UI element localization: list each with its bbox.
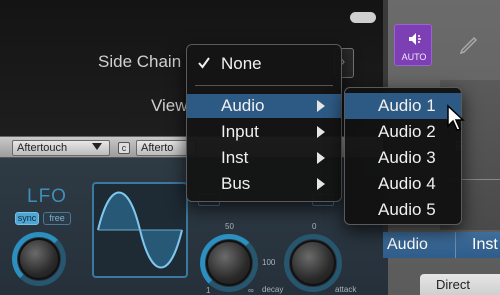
- tab-inst[interactable]: Inst: [455, 232, 500, 258]
- menu-item-none[interactable]: None: [187, 52, 341, 76]
- submenu-item-label: Audio 1: [378, 96, 436, 115]
- submenu-item-audio-1[interactable]: Audio 1: [345, 93, 461, 119]
- menu-item-audio[interactable]: Audio: [187, 94, 341, 118]
- tab-audio[interactable]: Audio: [383, 232, 455, 258]
- mod-source-value-2: Afterto: [141, 142, 174, 154]
- submenu-item-label: Audio 5: [378, 200, 436, 219]
- submenu-item-label: Audio 3: [378, 148, 436, 167]
- sine-wave-icon: [97, 191, 183, 269]
- menu-item-label: None: [221, 54, 262, 73]
- menu-item-label: Bus: [221, 174, 251, 193]
- chevron-right-icon: [317, 126, 325, 138]
- mod-toggle[interactable]: c: [118, 142, 130, 154]
- menu-separator: [195, 85, 333, 86]
- knob-value-0: 0: [312, 222, 317, 231]
- menu-item-label: Audio: [221, 96, 265, 115]
- knob-inf-label: ∞: [248, 286, 254, 295]
- mod-source-value: Aftertouch: [17, 142, 68, 154]
- menu-item-label: Inst: [221, 148, 249, 167]
- auto-button[interactable]: AUTO: [394, 24, 432, 66]
- submenu-item-label: Audio 4: [378, 174, 436, 193]
- submenu-item-audio-3[interactable]: Audio 3: [345, 145, 461, 171]
- menu-item-label: Input: [221, 122, 259, 141]
- dropdown-arrow-icon[interactable]: [92, 143, 102, 150]
- lfo-title: LFO: [27, 186, 67, 207]
- sync-button[interactable]: sync: [15, 212, 39, 225]
- submenu-item-audio-2[interactable]: Audio 2: [345, 119, 461, 145]
- submenu-item-label: Audio 2: [378, 122, 436, 141]
- side-chain-menu: None Audio Input Inst Bus: [186, 44, 342, 202]
- pen-icon[interactable]: [456, 34, 480, 58]
- side-chain-label: Side Chain: [98, 52, 182, 71]
- direct-button[interactable]: Direct: [420, 274, 500, 295]
- submenu-item-audio-4[interactable]: Audio 4: [345, 171, 461, 197]
- menu-item-bus[interactable]: Bus: [187, 172, 341, 196]
- knob-value-50: 50: [225, 222, 234, 231]
- attack-knob[interactable]: [290, 240, 336, 286]
- mouse-pointer-icon: [447, 104, 465, 131]
- menu-item-inst[interactable]: Inst: [187, 146, 341, 170]
- check-icon: [198, 57, 210, 69]
- auto-label: AUTO: [401, 52, 427, 62]
- audio-submenu: Audio 1 Audio 2 Audio 3 Audio 4 Audio 5: [344, 87, 462, 225]
- decay-knob[interactable]: [206, 240, 252, 286]
- chevron-right-icon: [317, 152, 325, 164]
- chevron-right-icon: [317, 100, 325, 112]
- attack-label: attack: [335, 285, 357, 294]
- view-label: View: [151, 96, 188, 115]
- free-button[interactable]: free: [43, 212, 71, 225]
- knob-max-label: 100: [262, 258, 276, 267]
- knob-min-label: 1: [206, 286, 211, 295]
- speaker-icon: [409, 33, 421, 45]
- submenu-item-audio-5[interactable]: Audio 5: [345, 197, 461, 223]
- header-toggle[interactable]: [350, 12, 376, 23]
- menu-item-input[interactable]: Input: [187, 120, 341, 144]
- decay-label: decay: [262, 285, 284, 294]
- chevron-right-icon: [317, 178, 325, 190]
- lfo-waveform-display[interactable]: [92, 182, 188, 278]
- lfo-rate-knob[interactable]: [18, 238, 60, 280]
